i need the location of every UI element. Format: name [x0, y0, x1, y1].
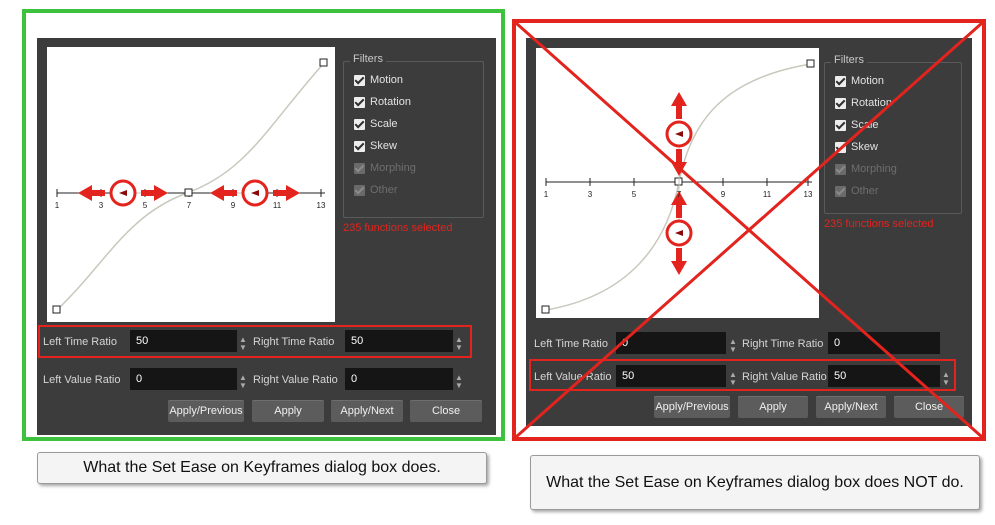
axis-tick-label: 1	[543, 190, 549, 199]
keyframe-start	[52, 305, 61, 314]
ease-graph[interactable]: 1 3 5 7 9 11 13	[47, 47, 335, 322]
keyframe-end	[319, 58, 328, 67]
bad-example-caption: What the Set Ease on Keyframes dialog bo…	[530, 455, 980, 510]
left-value-ratio-label: Left Value Ratio	[43, 374, 121, 386]
checkbox-icon	[354, 184, 365, 196]
right-time-ratio-field[interactable]: 0	[828, 332, 940, 354]
good-example-frame: 1 3 5 7 9 11 13 Filters Motion Rotation …	[22, 9, 505, 441]
keyframe-start	[541, 305, 550, 314]
left-time-ratio-field[interactable]: 0	[616, 332, 726, 354]
filter-rotation-checkbox[interactable]: Rotation	[835, 95, 892, 111]
spinner-icon[interactable]: ▲ ▼	[455, 336, 463, 352]
ease-graph-svg	[541, 59, 815, 314]
set-ease-dialog: 1 3 5 7 9 11 13 Filters Motion Rotation …	[526, 38, 972, 426]
checkbox-icon	[354, 118, 365, 130]
set-ease-dialog: 1 3 5 7 9 11 13 Filters Motion Rotation …	[37, 38, 496, 435]
spinner-icon[interactable]: ▲ ▼	[729, 371, 737, 387]
center-point	[184, 188, 193, 197]
filter-rotation-checkbox[interactable]: Rotation	[354, 94, 411, 110]
axis-tick-label: 13	[316, 201, 326, 210]
right-time-ratio-label: Right Time Ratio	[742, 338, 824, 350]
spinner-icon[interactable]: ▲ ▼	[239, 374, 247, 390]
spinner-icon[interactable]: ▲ ▼	[942, 371, 950, 387]
checkbox-icon	[354, 162, 365, 174]
checkbox-icon	[835, 75, 846, 87]
keyframe-end	[806, 59, 815, 68]
axis-tick-label: 11	[762, 190, 772, 199]
right-value-ratio-label: Right Value Ratio	[253, 374, 338, 386]
filter-skew-checkbox[interactable]: Skew	[835, 139, 878, 155]
apply-button[interactable]: Apply	[738, 396, 808, 418]
spinner-icon[interactable]: ▲ ▼	[455, 374, 463, 390]
upper-handle-arrow	[671, 92, 687, 119]
checkbox-icon	[835, 163, 846, 175]
checkbox-icon	[835, 185, 846, 197]
functions-selected-text: 235 functions selected	[824, 218, 934, 230]
filter-morphing-checkbox: Morphing	[354, 160, 416, 176]
axis-tick-label: 7	[186, 201, 192, 210]
right-value-ratio-field[interactable]: 50	[828, 365, 940, 387]
axis-tick-label: 5	[631, 190, 637, 199]
axis-tick-label: 9	[230, 201, 236, 210]
filters-title: Filters	[831, 54, 867, 66]
filters-title: Filters	[350, 53, 386, 65]
spinner-icon[interactable]: ▲ ▼	[239, 336, 247, 352]
filter-other-checkbox: Other	[354, 182, 398, 198]
left-time-ratio-label: Left Time Ratio	[43, 336, 117, 348]
good-example-caption: What the Set Ease on Keyframes dialog bo…	[37, 452, 487, 484]
apply-next-button[interactable]: Apply/Next	[816, 396, 886, 418]
checkbox-icon	[354, 140, 365, 152]
filter-skew-checkbox[interactable]: Skew	[354, 138, 397, 154]
filters-group: Filters Motion Rotation Scale Skew Morph…	[343, 53, 484, 218]
axis-tick-label: 3	[587, 190, 593, 199]
checkbox-icon	[835, 119, 846, 131]
ease-graph-svg	[52, 58, 328, 314]
apply-previous-button[interactable]: Apply/Previous	[168, 400, 244, 422]
left-value-ratio-label: Left Value Ratio	[534, 371, 612, 383]
axis-tick-label: 7	[676, 190, 682, 199]
left-value-ratio-field[interactable]: 50	[616, 365, 726, 387]
checkbox-icon	[835, 141, 846, 153]
right-value-ratio-label: Right Value Ratio	[742, 371, 827, 383]
functions-selected-text: 235 functions selected	[343, 222, 453, 234]
checkbox-icon	[354, 96, 365, 108]
ease-curve	[56, 62, 325, 311]
close-button[interactable]: Close	[894, 396, 964, 418]
apply-button[interactable]: Apply	[252, 400, 324, 422]
apply-previous-button[interactable]: Apply/Previous	[654, 396, 730, 418]
axis-tick-label: 11	[272, 201, 282, 210]
right-value-ratio-field[interactable]: 0	[345, 368, 453, 390]
apply-next-button[interactable]: Apply/Next	[331, 400, 403, 422]
right-handle-arrow	[210, 185, 237, 201]
close-button[interactable]: Close	[410, 400, 482, 422]
bad-example-frame: 1 3 5 7 9 11 13 Filters Motion Rotation …	[512, 19, 986, 441]
spinner-icon[interactable]: ▲ ▼	[729, 338, 737, 354]
left-time-ratio-label: Left Time Ratio	[534, 338, 608, 350]
filter-morphing-checkbox: Morphing	[835, 161, 897, 177]
filter-motion-checkbox[interactable]: Motion	[354, 72, 403, 88]
filter-motion-checkbox[interactable]: Motion	[835, 73, 884, 89]
axis-tick-label: 13	[803, 190, 813, 199]
axis-tick-label: 5	[142, 201, 148, 210]
filter-scale-checkbox[interactable]: Scale	[835, 117, 879, 133]
filters-group: Filters Motion Rotation Scale Skew Morph…	[824, 54, 962, 214]
left-value-ratio-field[interactable]: 0	[130, 368, 237, 390]
left-handle-arrow	[78, 185, 105, 201]
left-time-ratio-field[interactable]: 50	[130, 330, 237, 352]
filter-scale-checkbox[interactable]: Scale	[354, 116, 398, 132]
right-time-ratio-field[interactable]: 50	[345, 330, 453, 352]
ease-graph[interactable]: 1 3 5 7 9 11 13	[536, 48, 819, 318]
axis-tick-label: 3	[98, 201, 104, 210]
axis-tick-label: 1	[54, 201, 60, 210]
right-time-ratio-label: Right Time Ratio	[253, 336, 335, 348]
checkbox-icon	[835, 97, 846, 109]
axis-tick-label: 9	[720, 190, 726, 199]
filter-other-checkbox: Other	[835, 183, 879, 199]
checkbox-icon	[354, 74, 365, 86]
